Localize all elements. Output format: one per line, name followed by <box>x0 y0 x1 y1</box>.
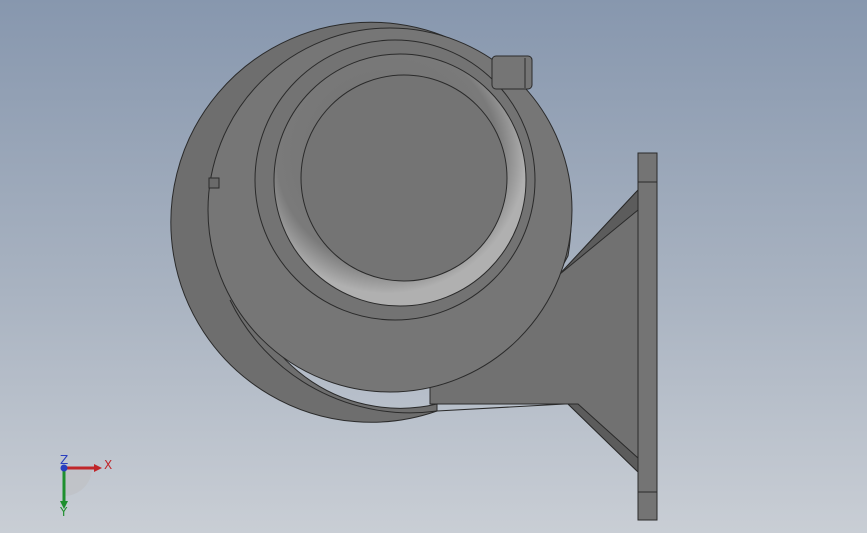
outlet-flange <box>637 152 658 521</box>
x-axis-label: X <box>104 458 112 472</box>
graphics-viewport[interactable]: X Y Z <box>0 0 867 533</box>
cutoff-tab <box>491 55 533 90</box>
reference-triad: X Y Z <box>59 453 112 516</box>
y-axis-label: Y <box>59 505 68 516</box>
inlet-opening <box>300 74 508 282</box>
blower-housing-model[interactable] <box>0 0 867 533</box>
triad-plane <box>64 468 92 496</box>
x-axis-arrow <box>94 464 102 472</box>
z-axis-label: Z <box>60 453 68 467</box>
